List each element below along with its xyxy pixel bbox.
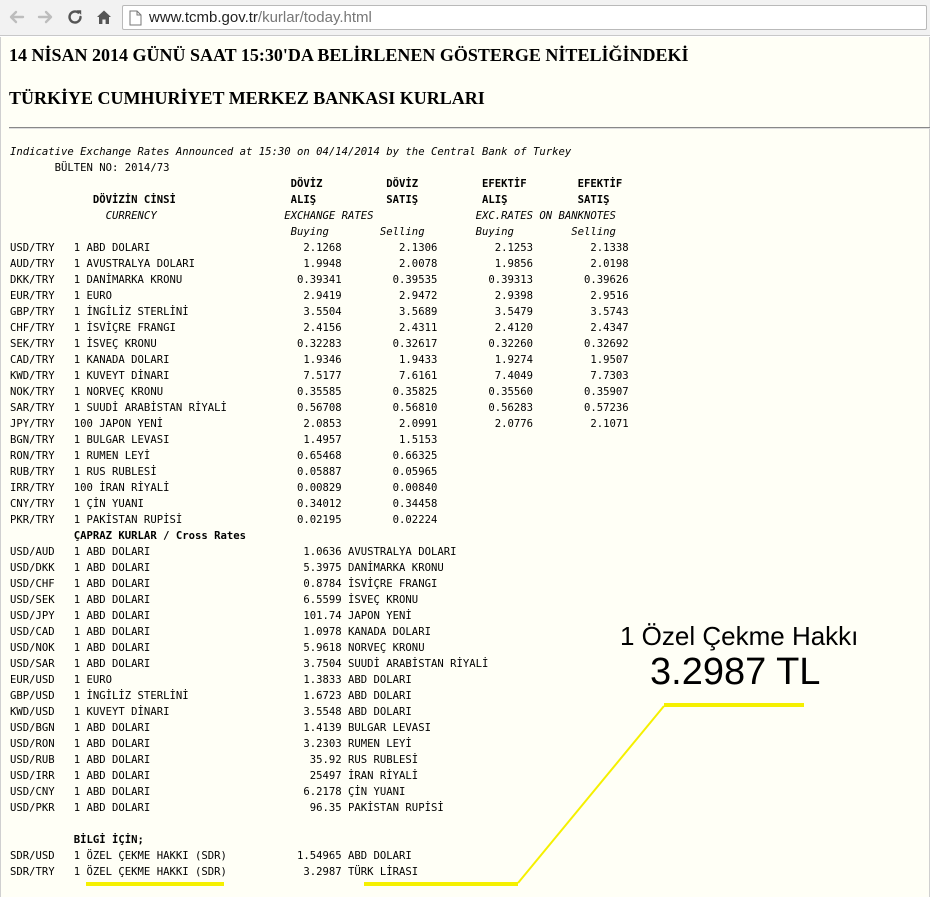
forward-arrow-icon: [37, 10, 53, 24]
cross-rate-row: USD/DKK 1 ABD DOLARI 5.3975 DANİMARKA KR…: [10, 562, 444, 574]
rate-row: PKR/TRY 1 PAKİSTAN RUPİSİ 0.02195 0.0222…: [10, 514, 629, 526]
table-header-row: DÖVİZ DÖVİZ EFEKTİF EFEKTİF: [10, 178, 623, 190]
back-button[interactable]: [6, 6, 28, 28]
rate-row: SAR/TRY 1 SUUDİ ARABİSTAN RİYALİ 0.56708…: [10, 402, 629, 414]
cross-rate-row: USD/PKR 1 ABD DOLARI 96.35 PAKİSTAN RUPİ…: [10, 802, 444, 814]
horizontal-rule: [9, 127, 930, 129]
cross-rate-row: USD/RON 1 ABD DOLARI 3.2303 RUMEN LEYİ: [10, 738, 412, 750]
address-bar[interactable]: www.tcmb.gov.tr/kurlar/today.html: [122, 5, 927, 30]
rate-row: JPY/TRY 100 JAPON YENİ 2.0853 2.0991 2.0…: [10, 418, 629, 430]
cross-rate-row: USD/CAD 1 ABD DOLARI 1.0978 KANADA DOLAR…: [10, 626, 431, 638]
cross-rate-row: USD/SEK 1 ABD DOLARI 6.5599 İSVEÇ KRONU: [10, 594, 419, 606]
rate-row: IRR/TRY 100 İRAN RİYALİ 0.00829 0.00840: [10, 482, 629, 494]
sdr-rate-row: SDR/TRY 1 ÖZEL ÇEKME HAKKI (SDR) 3.2987 …: [10, 866, 419, 878]
rate-row: RON/TRY 1 RUMEN LEYİ 0.65468 0.66325: [10, 450, 629, 462]
rate-row: GBP/TRY 1 İNGİLİZ STERLİNİ 3.5504 3.5689…: [10, 306, 629, 318]
rate-row: USD/TRY 1 ABD DOLARI 2.1268 2.1306 2.125…: [10, 242, 629, 254]
rates-table: Indicative Exchange Rates Announced at 1…: [10, 144, 629, 880]
table-header-row: CURRENCY EXCHANGE RATES EXC.RATES ON BAN…: [10, 210, 616, 222]
page-title-line1: 14 NİSAN 2014 GÜNÜ SAAT 15:30'DA BELİRLE…: [9, 45, 689, 65]
cross-rates-heading: ÇAPRAZ KURLAR / Cross Rates: [10, 530, 246, 542]
rate-row: KWD/TRY 1 KUVEYT DİNARI 7.5177 7.6161 7.…: [10, 370, 629, 382]
rate-row: SEK/TRY 1 İSVEÇ KRONU 0.32283 0.32617 0.…: [10, 338, 629, 350]
home-icon: [97, 10, 111, 24]
url-host: www.tcmb.gov.tr: [149, 9, 258, 26]
table-header-row: DÖVİZİN CİNSİ ALIŞ SATIŞ ALIŞ SATIŞ: [10, 194, 610, 206]
bulletin-number: BÜLTEN NO: 2014/73: [10, 162, 170, 174]
rate-row: CAD/TRY 1 KANADA DOLARI 1.9346 1.9433 1.…: [10, 354, 629, 366]
cross-rate-row: USD/BGN 1 ABD DOLARI 1.4139 BULGAR LEVAS…: [10, 722, 431, 734]
page-icon: [129, 10, 142, 26]
table-header-row: Buying Selling Buying Selling: [10, 226, 616, 238]
sdr-rate-row: SDR/USD 1 ÖZEL ÇEKME HAKKI (SDR) 1.54965…: [10, 850, 412, 862]
page-content: 14 NİSAN 2014 GÜNÜ SAAT 15:30'DA BELİRLE…: [0, 37, 930, 897]
rate-row: CNY/TRY 1 ÇİN YUANI 0.34012 0.34458: [10, 498, 629, 510]
reload-icon: [68, 10, 82, 24]
rate-row: BGN/TRY 1 BULGAR LEVASI 1.4957 1.5153: [10, 434, 629, 446]
reload-button[interactable]: [64, 6, 86, 28]
cross-rate-row: USD/NOK 1 ABD DOLARI 5.9618 NORVEÇ KRONU: [10, 642, 425, 654]
url-path: /kurlar/today.html: [257, 9, 372, 26]
rate-row: NOK/TRY 1 NORVEÇ KRONU 0.35585 0.35825 0…: [10, 386, 629, 398]
annotation-title: 1 Özel Çekme Hakkı: [620, 621, 859, 651]
rate-row: DKK/TRY 1 DANİMARKA KRONU 0.39341 0.3953…: [10, 274, 629, 286]
cross-rate-row: EUR/USD 1 EURO 1.3833 ABD DOLARI: [10, 674, 412, 686]
rate-row: RUB/TRY 1 RUS RUBLESİ 0.05887 0.05965: [10, 466, 629, 478]
rate-row: CHF/TRY 1 İSVİÇRE FRANGI 2.4156 2.4311 2…: [10, 322, 629, 334]
cross-rate-row: GBP/USD 1 İNGİLİZ STERLİNİ 1.6723 ABD DO…: [10, 690, 412, 702]
cross-rate-row: KWD/USD 1 KUVEYT DİNARI 3.5548 ABD DOLAR…: [10, 706, 412, 718]
cross-rate-row: USD/AUD 1 ABD DOLARI 1.0636 AVUSTRALYA D…: [10, 546, 457, 558]
cross-rate-row: USD/CNY 1 ABD DOLARI 6.2178 ÇİN YUANI: [10, 786, 406, 798]
cross-rate-row: USD/RUB 1 ABD DOLARI 35.92 RUS RUBLESİ: [10, 754, 419, 766]
info-heading: BİLGİ İÇİN;: [10, 834, 144, 846]
forward-button[interactable]: [34, 6, 56, 28]
annotation-value: 3.2987 TL: [650, 651, 821, 693]
page-title-line2: TÜRKİYE CUMHURİYET MERKEZ BANKASI KURLAR…: [9, 88, 485, 108]
rate-row: AUD/TRY 1 AVUSTRALYA DOLARI 1.9948 2.007…: [10, 258, 629, 270]
browser-toolbar: www.tcmb.gov.tr/kurlar/today.html: [0, 0, 930, 36]
subtitle: Indicative Exchange Rates Announced at 1…: [10, 146, 572, 158]
cross-rate-row: USD/SAR 1 ABD DOLARI 3.7504 SUUDİ ARABİS…: [10, 658, 489, 670]
home-button[interactable]: [93, 6, 115, 28]
cross-rate-row: USD/CHF 1 ABD DOLARI 0.8784 İSVİÇRE FRAN…: [10, 578, 438, 590]
rate-row: EUR/TRY 1 EURO 2.9419 2.9472 2.9398 2.95…: [10, 290, 629, 302]
back-arrow-icon: [9, 10, 25, 24]
cross-rate-row: USD/IRR 1 ABD DOLARI 25497 İRAN RİYALİ: [10, 770, 419, 782]
cross-rate-row: USD/JPY 1 ABD DOLARI 101.74 JAPON YENİ: [10, 610, 412, 622]
